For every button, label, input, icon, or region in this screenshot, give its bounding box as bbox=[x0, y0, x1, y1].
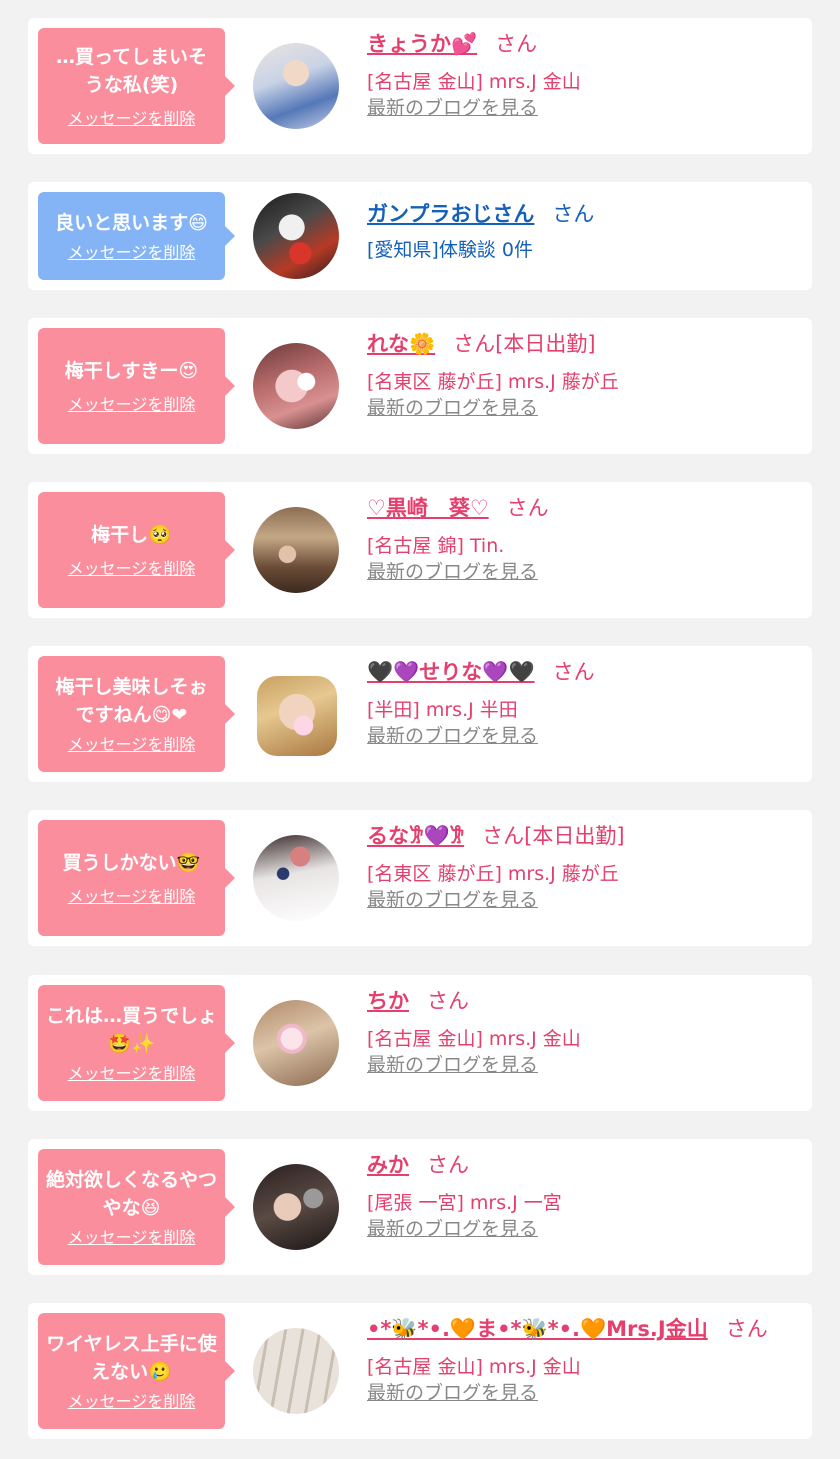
message-card: 買うしかない🤓 メッセージを削除 るな𐦂💜𐦂 さん[本日出勤] [名東区 藤が丘]… bbox=[28, 810, 812, 946]
message-bubble: 絶対欲しくなるやつやな😆 メッセージを削除 bbox=[38, 1149, 235, 1265]
delete-message-link[interactable]: メッセージを削除 bbox=[68, 559, 196, 579]
delete-message-link[interactable]: メッセージを削除 bbox=[68, 1228, 196, 1248]
message-text: 梅干し🥺 bbox=[91, 524, 172, 546]
message-text: 良いと思います😄 bbox=[55, 212, 208, 234]
latest-blog-link[interactable]: 最新のブログを見る bbox=[367, 889, 538, 911]
avatar[interactable] bbox=[253, 1000, 339, 1086]
work-status: [本日出勤] bbox=[495, 332, 596, 356]
avatar[interactable] bbox=[257, 676, 337, 756]
avatar[interactable] bbox=[253, 835, 339, 921]
user-info: ♡黒崎 葵♡ さん [名古屋 錦] Tin. 最新のブログを見る bbox=[367, 494, 549, 584]
honorific: さん bbox=[482, 824, 525, 848]
delete-message-link[interactable]: メッセージを削除 bbox=[68, 395, 196, 415]
message-bubble: …買ってしまいそうな私(笑) メッセージを削除 bbox=[38, 28, 235, 144]
message-card: 梅干し🥺 メッセージを削除 ♡黒崎 葵♡ さん [名古屋 錦] Tin. 最新のブ… bbox=[28, 482, 812, 618]
message-text: 買うしかない🤓 bbox=[62, 852, 201, 874]
user-name-link[interactable]: 🖤💜せりな💜🖤 bbox=[367, 660, 535, 684]
user-info: ガンプラおじさん さん [愛知県]体験談 0件 bbox=[367, 200, 594, 264]
honorific: さん bbox=[495, 32, 538, 56]
message-bubble: 梅干し🥺 メッセージを削除 bbox=[38, 492, 235, 608]
message-text: 梅干しすきー😍 bbox=[64, 360, 199, 382]
latest-blog-link[interactable]: 最新のブログを見る bbox=[367, 1054, 538, 1076]
message-card: …買ってしまいそうな私(笑) メッセージを削除 きょうか💕 さん [名古屋 金山]… bbox=[28, 18, 812, 154]
user-info: みか さん [尾張 一宮] mrs.J 一宮 最新のブログを見る bbox=[367, 1151, 562, 1241]
user-name-link[interactable]: きょうか💕 bbox=[367, 32, 477, 56]
message-card: 梅干しすきー😍 メッセージを削除 れな🌼 さん[本日出勤] [名東区 藤が丘] m… bbox=[28, 318, 812, 454]
delete-message-link[interactable]: メッセージを削除 bbox=[68, 243, 196, 263]
user-name-link[interactable]: ガンプラおじさん bbox=[367, 202, 534, 226]
message-card: 梅干し美味しそぉですねん😋❤ メッセージを削除 🖤💜せりな💜🖤 さん [半田] m… bbox=[28, 646, 812, 782]
latest-blog-link[interactable]: 最新のブログを見る bbox=[367, 1382, 538, 1404]
latest-blog-link[interactable]: 最新のブログを見る bbox=[367, 725, 538, 747]
message-bubble: 梅干しすきー😍 メッセージを削除 bbox=[38, 328, 235, 444]
avatar[interactable] bbox=[253, 193, 339, 279]
shop-info: [愛知県]体験談 0件 bbox=[367, 239, 533, 261]
shop-info: [半田] mrs.J 半田 bbox=[367, 699, 518, 721]
honorific: さん bbox=[552, 660, 595, 684]
delete-message-link[interactable]: メッセージを削除 bbox=[68, 109, 196, 129]
avatar[interactable] bbox=[253, 507, 339, 593]
message-text: …買ってしまいそうな私(笑) bbox=[55, 46, 208, 96]
latest-blog-link[interactable]: 最新のブログを見る bbox=[367, 97, 538, 119]
delete-message-link[interactable]: メッセージを削除 bbox=[68, 1064, 196, 1084]
shop-info: [尾張 一宮] mrs.J 一宮 bbox=[367, 1192, 562, 1214]
message-text: これは…買うでしょ🤩✨ bbox=[45, 1005, 217, 1055]
message-card: 絶対欲しくなるやつやな😆 メッセージを削除 みか さん [尾張 一宮] mrs.J… bbox=[28, 1139, 812, 1275]
message-card: ワイヤレス上手に使えない🥲 メッセージを削除 •*🐝*•.🧡ま•*🐝*•.🧡Mr… bbox=[28, 1303, 812, 1439]
shop-info: [名東区 藤が丘] mrs.J 藤が丘 bbox=[367, 863, 619, 885]
user-name-link[interactable]: •*🐝*•.🧡ま•*🐝*•.🧡Mrs.J金山 bbox=[367, 1317, 708, 1341]
user-info: 🖤💜せりな💜🖤 さん [半田] mrs.J 半田 最新のブログを見る bbox=[367, 658, 595, 748]
avatar[interactable] bbox=[253, 43, 339, 129]
delete-message-link[interactable]: メッセージを削除 bbox=[68, 1392, 196, 1412]
message-bubble: 買うしかない🤓 メッセージを削除 bbox=[38, 820, 235, 936]
user-info: きょうか💕 さん [名古屋 金山] mrs.J 金山 最新のブログを見る bbox=[367, 30, 581, 120]
work-status: [本日出勤] bbox=[524, 824, 625, 848]
honorific: さん bbox=[506, 496, 549, 520]
user-info: れな🌼 さん[本日出勤] [名東区 藤が丘] mrs.J 藤が丘 最新のブログを見… bbox=[367, 330, 619, 420]
honorific: さん bbox=[725, 1317, 768, 1341]
user-name-link[interactable]: ちか bbox=[367, 989, 409, 1013]
message-text: ワイヤレス上手に使えない🥲 bbox=[46, 1333, 217, 1383]
user-name-link[interactable]: れな🌼 bbox=[367, 332, 435, 356]
shop-info: [名古屋 金山] mrs.J 金山 bbox=[367, 71, 581, 93]
message-bubble: これは…買うでしょ🤩✨ メッセージを削除 bbox=[38, 985, 235, 1101]
honorific: さん bbox=[552, 202, 595, 226]
avatar[interactable] bbox=[253, 1328, 339, 1414]
user-name-link[interactable]: るな𐦂💜𐦂 bbox=[367, 824, 464, 848]
user-info: •*🐝*•.🧡ま•*🐝*•.🧡Mrs.J金山 さん [名古屋 金山] mrs.J … bbox=[367, 1315, 768, 1405]
latest-blog-link[interactable]: 最新のブログを見る bbox=[367, 1218, 538, 1240]
user-name-link[interactable]: みか bbox=[367, 1153, 409, 1177]
message-text: 梅干し美味しそぉですねん😋❤ bbox=[55, 676, 208, 726]
user-info: るな𐦂💜𐦂 さん[本日出勤] [名東区 藤が丘] mrs.J 藤が丘 最新のブログ… bbox=[367, 822, 625, 912]
honorific: さん bbox=[453, 332, 496, 356]
latest-blog-link[interactable]: 最新のブログを見る bbox=[367, 397, 538, 419]
user-name-link[interactable]: ♡黒崎 葵♡ bbox=[367, 496, 489, 520]
honorific: さん bbox=[427, 989, 469, 1013]
shop-info: [名古屋 錦] Tin. bbox=[367, 535, 505, 557]
delete-message-link[interactable]: メッセージを削除 bbox=[68, 735, 196, 755]
latest-blog-link[interactable]: 最新のブログを見る bbox=[367, 561, 538, 583]
avatar[interactable] bbox=[253, 343, 339, 429]
message-text: 絶対欲しくなるやつやな😆 bbox=[45, 1169, 217, 1219]
delete-message-link[interactable]: メッセージを削除 bbox=[68, 887, 196, 907]
message-bubble: ワイヤレス上手に使えない🥲 メッセージを削除 bbox=[38, 1313, 235, 1429]
honorific: さん bbox=[427, 1153, 469, 1177]
user-info: ちか さん [名古屋 金山] mrs.J 金山 最新のブログを見る bbox=[367, 987, 581, 1077]
shop-info: [名東区 藤が丘] mrs.J 藤が丘 bbox=[367, 371, 619, 393]
shop-info: [名古屋 金山] mrs.J 金山 bbox=[367, 1356, 581, 1378]
message-card: 良いと思います😄 メッセージを削除 ガンプラおじさん さん [愛知県]体験談 0件 bbox=[28, 182, 812, 290]
avatar[interactable] bbox=[253, 1164, 339, 1250]
message-card: これは…買うでしょ🤩✨ メッセージを削除 ちか さん [名古屋 金山] mrs.J… bbox=[28, 975, 812, 1111]
message-bubble: 梅干し美味しそぉですねん😋❤ メッセージを削除 bbox=[38, 656, 235, 772]
shop-info: [名古屋 金山] mrs.J 金山 bbox=[367, 1028, 581, 1050]
message-bubble: 良いと思います😄 メッセージを削除 bbox=[38, 192, 235, 280]
